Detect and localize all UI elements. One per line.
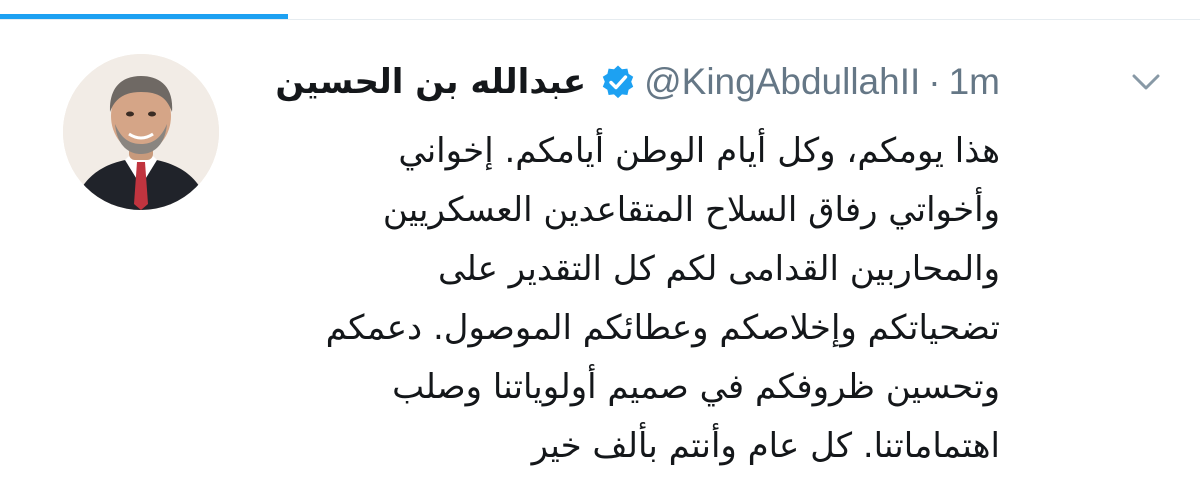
- tweet-text-line: وتحسين ظروفكم في صميم أولوياتنا وصلب: [392, 367, 1000, 407]
- tweet-text-line: تضحياتكم وإخلاصكم وعطائكم الموصول. دعمكم: [325, 308, 1000, 348]
- tweet: عبدالله بن الحسين @KingAbdullahII · 1m ه…: [0, 22, 1200, 489]
- author-display-name[interactable]: عبدالله بن الحسين: [275, 62, 586, 102]
- tab-strip: [0, 14, 1200, 22]
- tweet-text-line: وأخواتي رفاق السلاح المتقاعدين العسكريين: [382, 190, 1000, 230]
- tab-divider: [0, 19, 1200, 20]
- tweet-header: عبدالله بن الحسين @KingAbdullahII · 1m: [275, 58, 1000, 106]
- tweet-menu-button[interactable]: [1122, 62, 1170, 102]
- tweet-text: هذا يومكم، وكل أيام الوطن أيامكم. إخواني…: [140, 122, 1000, 476]
- tweet-timestamp[interactable]: 1m: [949, 61, 1000, 103]
- verified-badge-icon: [600, 64, 636, 100]
- header-separator: ·: [928, 61, 941, 102]
- chevron-down-icon: [1132, 74, 1160, 90]
- tweet-text-line: والمحاربين القدامى لكم كل التقدير على: [437, 249, 1000, 289]
- author-handle[interactable]: @KingAbdullahII: [644, 61, 920, 103]
- tweet-text-line: اهتماماتنا. كل عام وأنتم بألف خير: [531, 426, 1000, 466]
- tweet-text-line: هذا يومكم، وكل أيام الوطن أيامكم. إخواني: [398, 131, 1000, 171]
